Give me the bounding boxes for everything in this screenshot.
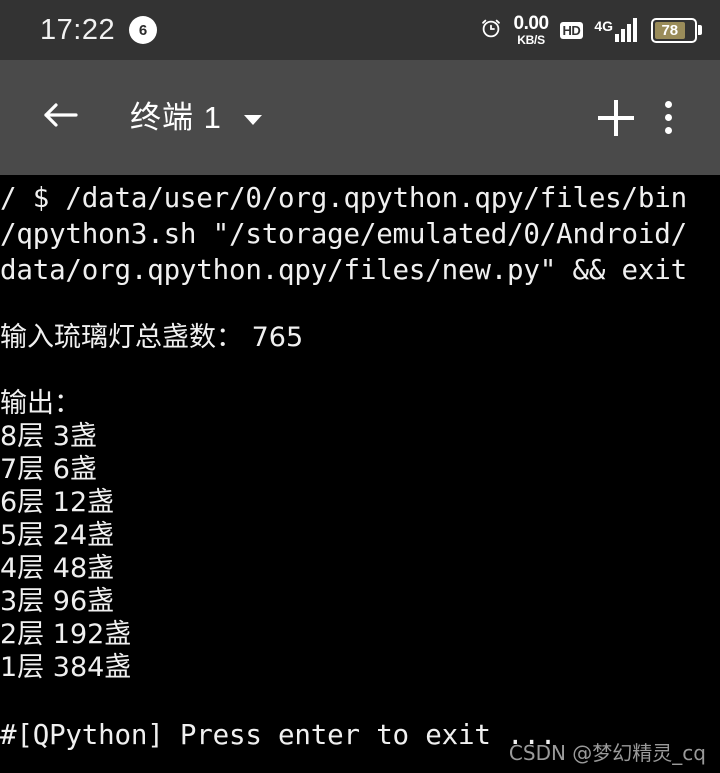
status-bar-left: 17:22 6 xyxy=(40,13,158,46)
battery-percent-label: 78 xyxy=(655,21,685,39)
terminal-output-area[interactable]: / $ /data/user/0/org.qpython.qpy/files/b… xyxy=(0,175,720,773)
command-block: / $ /data/user/0/org.qpython.qpy/files/b… xyxy=(0,175,720,288)
signal-strength-indicator: 4G xyxy=(594,18,637,42)
command-line: / $ /data/user/0/org.qpython.qpy/files/b… xyxy=(0,182,687,214)
output-row: 4层 48盏 xyxy=(0,553,115,584)
command-line: /qpython3.sh "/storage/emulated/0/Androi… xyxy=(0,218,687,250)
network-speed-value: 0.00 xyxy=(513,13,549,34)
alarm-clock-icon xyxy=(479,16,503,45)
output-row: 1层 384盏 xyxy=(0,652,132,683)
battery-icon: 78 xyxy=(651,17,697,43)
back-arrow-icon xyxy=(40,98,80,137)
plus-icon xyxy=(598,99,634,136)
signal-bars-icon xyxy=(615,18,637,42)
output-label: 输出： xyxy=(0,388,81,419)
new-session-button[interactable] xyxy=(590,92,642,144)
hd-badge-icon: HD xyxy=(559,21,584,39)
more-vertical-icon xyxy=(664,101,672,134)
output-row: 3层 96盏 xyxy=(0,586,115,617)
network-speed-unit: KB/S xyxy=(517,33,545,47)
qpython-terminal-screen: 17:22 6 0.00 KB/S HD 4G 78 终端 1 / $ /dat… xyxy=(0,0,720,773)
notification-count-badge: 6 xyxy=(129,16,158,44)
output-row: 7层 6盏 xyxy=(0,454,97,485)
output-row: 6层 12盏 xyxy=(0,487,115,518)
chevron-down-icon[interactable] xyxy=(243,114,262,125)
network-speed-indicator: 0.00 KB/S xyxy=(514,14,549,46)
page-title: 终端 1 xyxy=(130,100,222,135)
terminal-session-selector[interactable]: 终端 1 xyxy=(130,102,262,133)
output-row: 5层 24盏 xyxy=(0,520,115,551)
output-row: 8层 3盏 xyxy=(0,421,97,452)
overflow-menu-button[interactable] xyxy=(642,92,694,144)
network-type-label: 4G xyxy=(594,18,613,34)
watermark: CSDN @梦幻精灵_cq xyxy=(508,741,706,765)
battery-indicator: 78 xyxy=(651,17,702,43)
back-button[interactable] xyxy=(34,92,86,144)
command-line: data/org.qpython.qpy/files/new.py" && ex… xyxy=(0,254,687,286)
input-prompt-line: 输入琉璃灯总盏数： 765 xyxy=(0,322,304,353)
status-bar: 17:22 6 0.00 KB/S HD 4G 78 xyxy=(0,0,720,60)
status-bar-right: 0.00 KB/S HD 4G 78 xyxy=(479,14,702,46)
battery-cap xyxy=(698,25,702,35)
status-clock: 17:22 xyxy=(40,13,116,46)
output-row: 2层 192盏 xyxy=(0,619,132,650)
app-toolbar: 终端 1 xyxy=(0,60,720,175)
